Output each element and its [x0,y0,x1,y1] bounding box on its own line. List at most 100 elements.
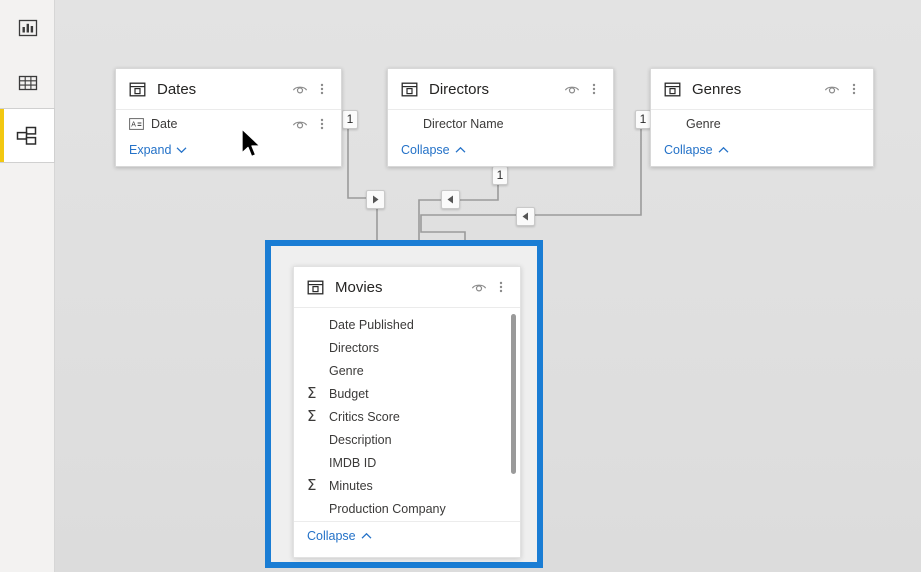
scrollbar-thumb[interactable] [511,314,516,474]
table-title: Movies [335,278,383,296]
table-header-directors[interactable]: Directors [388,69,613,110]
collapse-toggle-movies[interactable]: Collapse [307,529,372,543]
expand-toggle-dates[interactable]: Expand [129,143,187,157]
chevron-up-icon [455,146,466,154]
table-title: Dates [157,80,197,98]
data-table-icon [17,72,39,94]
more-options-icon[interactable] [312,79,332,99]
table-icon [129,81,146,98]
sigma-icon: Σ [307,407,317,425]
arrow-left-icon-genres[interactable] [516,207,535,226]
field-label: Directors [329,340,380,355]
toggle-label: Expand [129,143,172,157]
table-footer-directors: Collapse [388,138,613,166]
field-label: Date Published [329,317,414,332]
table-card-genres[interactable]: Genres Genre Collapse [650,68,874,167]
field-row[interactable]: Σ Minutes [294,474,520,497]
table-header-actions [290,79,332,99]
eye-hide-icon[interactable] [822,79,842,99]
table-header-actions [822,79,864,99]
arrow-right-icon[interactable] [366,190,385,209]
table-icon [401,81,418,98]
view-switcher-rail [0,0,55,572]
table-icon [664,81,681,98]
sidebar-item-model[interactable] [0,108,55,163]
field-label: Description [329,432,392,447]
table-icon [307,279,324,296]
table-footer-movies: Collapse [294,521,520,552]
cardinality-one-genres[interactable]: 1 [635,110,651,129]
field-label: Genre [686,117,721,131]
table-fields-dates: A Date [116,110,341,138]
table-title: Genres [692,80,742,98]
more-options-icon[interactable] [312,114,332,134]
sidebar-item-data[interactable] [0,55,55,110]
svg-text:A: A [131,122,136,129]
table-fields-genres: Genre [651,110,873,138]
table-header-movies[interactable]: Movies [294,267,520,308]
model-canvas[interactable]: 1 1 1 * * * [55,0,921,572]
eye-hide-icon[interactable] [290,114,310,134]
field-row[interactable]: Σ Budget [294,382,520,405]
model-diagram-icon [15,125,39,147]
relationship-line-dates-movies [347,124,378,250]
field-actions [290,114,332,134]
table-footer-genres: Collapse [651,138,873,166]
field-list-scrollbar[interactable] [511,314,516,515]
field-label: Critics Score [329,409,400,424]
table-header-actions [562,79,604,99]
sigma-icon: Σ [307,384,317,402]
field-row[interactable]: A Date [116,110,341,138]
collapse-toggle-directors[interactable]: Collapse [401,143,466,157]
eye-hide-icon[interactable] [562,79,582,99]
more-options-icon[interactable] [844,79,864,99]
table-fields-directors: Director Name [388,110,613,138]
more-options-icon[interactable] [584,79,604,99]
field-row[interactable]: Σ Critics Score [294,405,520,428]
field-label: Director Name [423,117,504,131]
field-row[interactable]: Genre [651,110,873,138]
table-title: Directors [429,80,490,98]
table-header-dates[interactable]: Dates [116,69,341,110]
text-field-icon: A [129,118,147,130]
report-bar-chart-icon [17,17,39,39]
field-label: IMDB ID [329,455,377,470]
eye-hide-icon[interactable] [469,277,489,297]
field-label: Genre [329,363,364,378]
sigma-icon: Σ [307,476,317,494]
field-row[interactable]: Genre [294,359,520,382]
field-row[interactable]: IMDB ID [294,451,520,474]
toggle-label: Collapse [401,143,450,157]
power-bi-model-view: 1 1 1 * * * [0,0,921,572]
arrow-left-icon[interactable] [441,190,460,209]
collapse-toggle-genres[interactable]: Collapse [664,143,729,157]
field-row[interactable]: Directors [294,336,520,359]
selected-indicator [0,109,4,162]
table-header-genres[interactable]: Genres [651,69,873,110]
field-label: Date [151,117,178,131]
table-card-movies[interactable]: Movies Date Published Directors Genre Σ … [293,266,521,558]
field-row[interactable]: Production Company [294,497,520,520]
chevron-up-icon [718,146,729,154]
field-row[interactable]: Date Published [294,313,520,336]
table-fields-movies[interactable]: Date Published Directors Genre Σ Budget [294,308,520,521]
table-header-actions [469,277,511,297]
selection-frame-movies[interactable]: Movies Date Published Directors Genre Σ … [265,240,543,568]
field-label: Minutes [329,478,373,493]
table-card-directors[interactable]: Directors Director Name Collapse [387,68,614,167]
field-row[interactable]: Director Name [388,110,613,138]
field-row[interactable]: Description [294,428,520,451]
sidebar-item-report[interactable] [0,0,55,55]
field-label: Production Company [329,501,446,516]
cardinality-one-directors[interactable]: 1 [492,166,508,185]
field-label: Budget [329,386,369,401]
table-footer-dates: Expand [116,138,341,166]
toggle-label: Collapse [664,143,713,157]
more-options-icon[interactable] [491,277,511,297]
chevron-down-icon [176,146,187,154]
toggle-label: Collapse [307,529,356,543]
table-card-dates[interactable]: Dates A Date Expand [115,68,342,167]
cardinality-one-dates[interactable]: 1 [342,110,358,129]
chevron-up-icon [361,532,372,540]
eye-hide-icon[interactable] [290,79,310,99]
